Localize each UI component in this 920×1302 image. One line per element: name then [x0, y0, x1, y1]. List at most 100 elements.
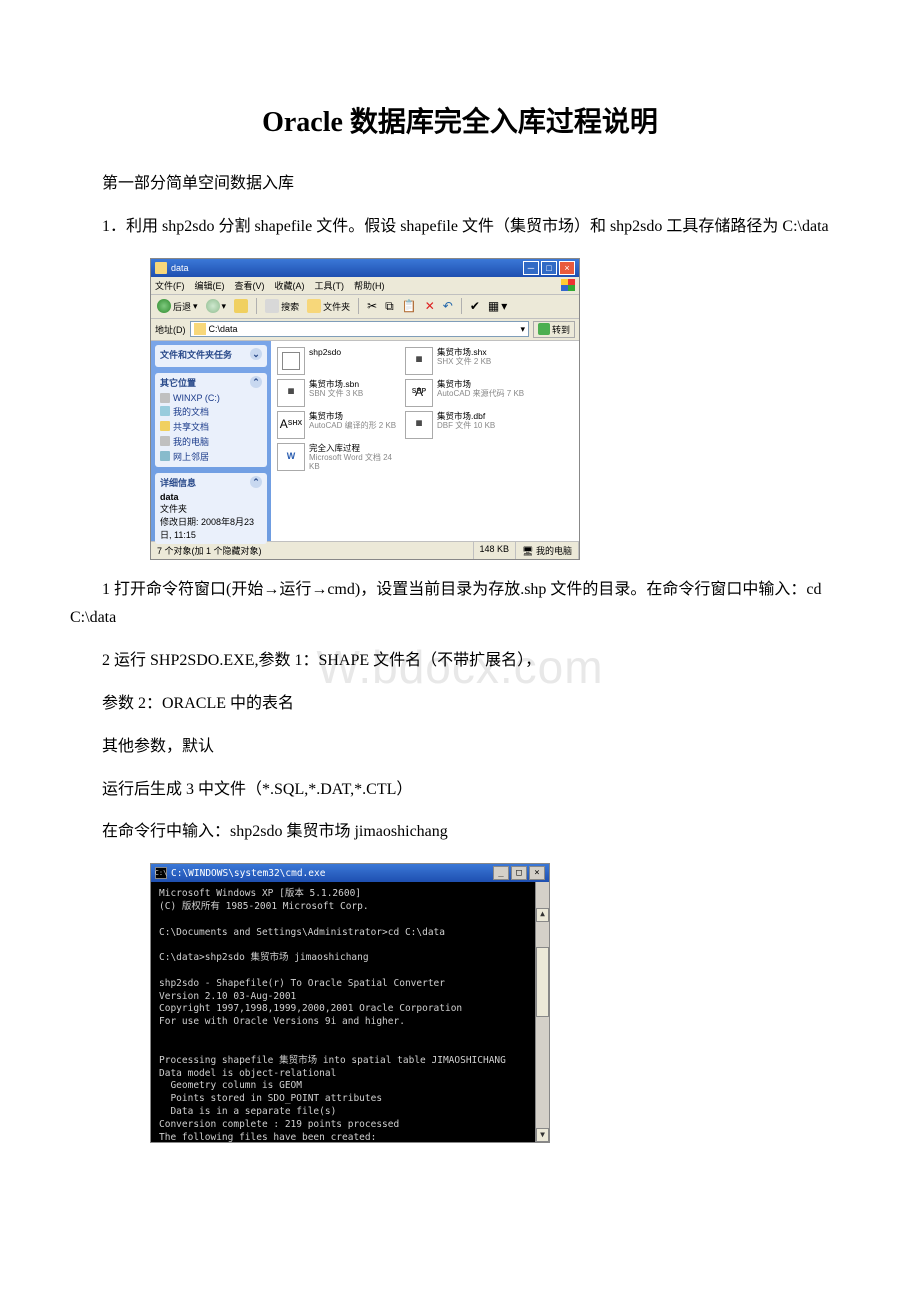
paragraph-1: 1．利用 shp2sdo 分割 shapefile 文件。假设 shapefil… — [70, 213, 850, 242]
dropdown-icon[interactable]: ▾ — [520, 324, 525, 335]
scroll-up-icon[interactable]: ▲ — [536, 908, 549, 922]
maximize-button[interactable]: □ — [511, 866, 527, 880]
toolbar: 后退 ▾ ▾ 搜索 文件夹 ✂ ⧉ 📋 ✕ ↶ ✔ ▦▾ — [151, 295, 579, 319]
drive-icon — [160, 393, 170, 403]
status-location: 🖥 我的电脑 — [516, 542, 579, 559]
winflag-icon — [561, 279, 575, 291]
copy-button[interactable]: ⧉ — [383, 298, 396, 315]
folder-icon — [194, 323, 206, 335]
search-button[interactable]: 搜索 — [263, 298, 301, 314]
sidebar-item-mydocs[interactable]: 我的文档 — [160, 404, 262, 419]
forward-button[interactable]: ▾ — [204, 298, 229, 314]
minimize-button[interactable]: _ — [493, 866, 509, 880]
sidebar-item-network[interactable]: 网上邻居 — [160, 449, 262, 464]
close-button[interactable]: × — [559, 261, 575, 275]
undo-icon: ↶ — [443, 299, 453, 313]
address-field[interactable]: C:\data ▾ — [190, 321, 529, 337]
status-bar: 7 个对象(加 1 个隐藏对象) 148 KB 🖥 我的电脑 — [151, 541, 579, 559]
views-icon: ▦ — [488, 299, 499, 313]
shx-icon: ASHX — [277, 411, 305, 439]
maximize-button[interactable]: □ — [541, 261, 557, 275]
computer-icon: 🖥 — [522, 546, 533, 556]
views-button[interactable]: ▦▾ — [486, 298, 509, 314]
paste-button[interactable]: 📋 — [400, 298, 419, 314]
file-list: shp2sdo ▦ 集贸市场.shxSHX 文件 2 KB ▦ 集贸市场.sbn… — [271, 341, 579, 541]
cmd-titlebar[interactable]: C:\ C:\WINDOWS\system32\cmd.exe _ □ × — [151, 864, 549, 882]
scroll-down-icon[interactable]: ▼ — [536, 1128, 549, 1142]
check-icon: ✔ — [470, 299, 480, 313]
other-places-panel: 其它位置 ⌃ WINXP (C:) 我的文档 共享文档 我的电脑 网上邻居 — [155, 373, 267, 467]
paragraph-6: 运行后生成 3 中文件（*.SQL,*.DAT,*.CTL） — [70, 776, 850, 805]
file-item[interactable]: ▦ 集贸市场.dbfDBF 文件 10 KB — [405, 411, 525, 439]
cmd-output[interactable]: Microsoft Windows XP [版本 5.1.2600] (C) 版… — [151, 882, 549, 1142]
go-button[interactable]: 转到 — [533, 321, 575, 338]
details-header: 详细信息 — [160, 476, 196, 489]
file-item[interactable]: ASHX 集贸市场AutoCAD 编译的形 2 KB — [277, 411, 397, 439]
other-places-header: 其它位置 — [160, 376, 196, 389]
properties-button[interactable]: ✔ — [468, 298, 482, 314]
close-button[interactable]: × — [529, 866, 545, 880]
undo-button[interactable]: ↶ — [441, 298, 455, 314]
folders-button[interactable]: 文件夹 — [305, 298, 352, 314]
address-label: 地址(D) — [155, 323, 186, 336]
folder-icon — [160, 421, 170, 431]
paragraph-4: 参数 2：ORACLE 中的表名 — [70, 690, 850, 719]
cut-icon: ✂ — [367, 299, 377, 313]
explorer-window: data ─ □ × 文件(F) 编辑(E) 查看(V) 收藏(A) 工具(T)… — [150, 258, 580, 560]
paragraph-7: 在命令行中输入：shp2sdo 集贸市场 jimaoshichang — [70, 818, 850, 847]
explorer-titlebar[interactable]: data ─ □ × — [151, 259, 579, 277]
word-icon: W — [277, 443, 305, 471]
paragraph-3: 2 运行 SHP2SDO.EXE,参数 1：SHAPE 文件名（不带扩展名）， — [70, 647, 850, 676]
menu-edit[interactable]: 编辑(E) — [195, 279, 225, 292]
sidebar-item-drive[interactable]: WINXP (C:) — [160, 392, 262, 404]
sidebar-item-shared[interactable]: 共享文档 — [160, 419, 262, 434]
menu-help[interactable]: 帮助(H) — [354, 279, 385, 292]
paragraph-5: 其他参数，默认 — [70, 733, 850, 762]
sidebar-item-mycomputer[interactable]: 我的电脑 — [160, 434, 262, 449]
details-type: 文件夹 — [160, 502, 262, 515]
collapse-icon[interactable]: ⌄ — [250, 348, 262, 360]
network-icon — [160, 451, 170, 461]
copy-icon: ⧉ — [385, 299, 394, 314]
address-value: C:\data — [209, 324, 238, 334]
forward-icon — [206, 299, 220, 313]
page-title: Oracle 数据库完全入库过程说明 — [70, 100, 850, 140]
tasks-panel: 文件和文件夹任务 ⌄ — [155, 345, 267, 367]
cut-button[interactable]: ✂ — [365, 298, 379, 314]
menu-file[interactable]: 文件(F) — [155, 279, 185, 292]
paragraph-2: 1 打开命令符窗口(开始→运行→cmd)，设置当前目录为存放.shp 文件的目录… — [70, 576, 850, 634]
status-size: 148 KB — [474, 542, 517, 559]
file-item[interactable]: W 完全入库过程Microsoft Word 文档 24 KB — [277, 443, 397, 472]
folders-icon — [307, 299, 321, 313]
file-item[interactable]: shp2sdo — [277, 347, 397, 375]
minimize-button[interactable]: ─ — [523, 261, 539, 275]
file-item[interactable]: ▦ 集贸市场.sbnSBN 文件 3 KB — [277, 379, 397, 407]
tasks-header: 文件和文件夹任务 — [160, 348, 232, 361]
back-icon — [157, 299, 171, 313]
menu-fav[interactable]: 收藏(A) — [275, 279, 305, 292]
status-objects: 7 个对象(加 1 个隐藏对象) — [151, 542, 474, 559]
collapse-icon[interactable]: ⌃ — [250, 376, 262, 388]
delete-button[interactable]: ✕ — [423, 298, 437, 314]
collapse-icon[interactable]: ⌃ — [250, 476, 262, 488]
details-name: data — [160, 492, 262, 502]
cmd-title: C:\WINDOWS\system32\cmd.exe — [171, 868, 325, 879]
file-item[interactable]: ASHP 集贸市场AutoCAD 来源代码 7 KB — [405, 379, 525, 407]
menu-tools[interactable]: 工具(T) — [315, 279, 345, 292]
search-icon — [265, 299, 279, 313]
section-heading: 第一部分简单空间数据入库 — [70, 170, 850, 199]
menubar: 文件(F) 编辑(E) 查看(V) 收藏(A) 工具(T) 帮助(H) — [151, 277, 579, 295]
scrollbar[interactable]: ▲ ▼ — [535, 882, 549, 1142]
back-button[interactable]: 后退 ▾ — [155, 298, 200, 314]
delete-icon: ✕ — [425, 299, 435, 313]
up-button[interactable] — [232, 298, 250, 314]
details-modified: 修改日期: 2008年8月23日, 11:15 — [160, 515, 262, 541]
file-item[interactable]: ▦ 集贸市场.shxSHX 文件 2 KB — [405, 347, 525, 375]
details-panel: 详细信息 ⌃ data 文件夹 修改日期: 2008年8月23日, 11:15 — [155, 473, 267, 544]
exe-icon — [277, 347, 305, 375]
menu-view[interactable]: 查看(V) — [235, 279, 265, 292]
file-icon: ▦ — [277, 379, 305, 407]
address-bar: 地址(D) C:\data ▾ 转到 — [151, 319, 579, 341]
cmd-window: C:\ C:\WINDOWS\system32\cmd.exe _ □ × Mi… — [150, 863, 550, 1143]
scroll-thumb[interactable] — [536, 947, 549, 1017]
